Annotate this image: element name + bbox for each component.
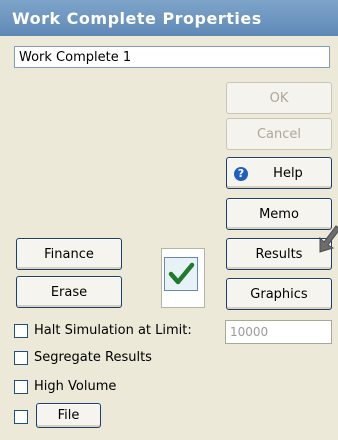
results-button-label: Results	[255, 247, 303, 262]
title-bar[interactable]: Work Complete Properties	[0, 0, 338, 36]
file-button[interactable]: File	[36, 403, 101, 428]
high-volume-option[interactable]: High Volume	[14, 378, 154, 398]
halt-simulation-label: Halt Simulation at Limit:	[34, 323, 192, 338]
memo-button-label: Memo	[259, 207, 299, 222]
help-icon: ?	[234, 167, 248, 181]
high-volume-label: High Volume	[34, 379, 117, 394]
work-complete-properties-dialog: Work Complete Properties OK Cancel ? Hel…	[0, 0, 338, 440]
segregate-results-label: Segregate Results	[34, 350, 152, 365]
segregate-results-checkbox[interactable]	[14, 351, 28, 365]
ok-button[interactable]: OK	[226, 82, 332, 114]
segregate-results-option[interactable]: Segregate Results	[14, 349, 184, 369]
halt-simulation-checkbox[interactable]	[14, 324, 28, 338]
finance-button[interactable]: Finance	[16, 238, 122, 270]
erase-button-label: Erase	[50, 285, 88, 300]
window-title: Work Complete Properties	[12, 9, 262, 28]
mouse-cursor-icon	[319, 225, 338, 253]
file-checkbox[interactable]	[14, 410, 28, 424]
erase-button[interactable]: Erase	[16, 276, 122, 308]
help-button-label: Help	[273, 166, 303, 181]
halt-simulation-option[interactable]: Halt Simulation at Limit:	[14, 322, 224, 342]
file-button-label: File	[57, 408, 80, 423]
halt-limit-input[interactable]	[225, 320, 332, 344]
cancel-button[interactable]: Cancel	[226, 118, 332, 150]
checkmark-icon	[164, 257, 198, 291]
name-input[interactable]	[14, 46, 330, 68]
object-icon-tile[interactable]	[161, 248, 205, 308]
help-button[interactable]: ? Help	[226, 157, 332, 189]
graphics-button[interactable]: Graphics	[226, 278, 332, 310]
cancel-button-label: Cancel	[256, 127, 302, 142]
ok-button-label: OK	[269, 91, 289, 106]
graphics-button-label: Graphics	[250, 287, 308, 302]
high-volume-checkbox[interactable]	[14, 380, 28, 394]
file-option[interactable]	[14, 408, 34, 428]
finance-button-label: Finance	[44, 247, 94, 262]
